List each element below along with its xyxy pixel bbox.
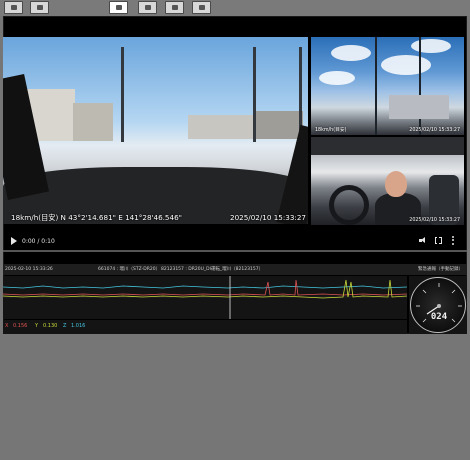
toolbar: [0, 0, 470, 16]
x-label: X: [5, 323, 9, 329]
front-camera-view: 18km/h(目安) N 43°2'14.681" E 141°28'46.54…: [3, 37, 308, 224]
toolbar-button-1[interactable]: [4, 1, 23, 14]
play-icon[interactable]: [11, 237, 17, 245]
acceleration-graph-svg: [3, 276, 407, 319]
toolbar-button-5[interactable]: [165, 1, 184, 14]
y-value: 0.130: [43, 323, 58, 329]
info-datetime: 2025-02-10 15:33:26: [5, 267, 53, 272]
sensor-legend: X 0.156 Y 0.130 Z 1.016: [3, 320, 407, 334]
video-overlay: 18km/h(目安) N 43°2'14.681" E 141°28'46.54…: [11, 213, 306, 222]
x-value: 0.156: [13, 323, 28, 329]
toolbar-button-4[interactable]: [138, 1, 157, 14]
more-options-icon[interactable]: [452, 236, 455, 246]
cabin-camera-timestamp: 2025/02/10 15:33:27: [409, 218, 460, 223]
viewer-app: 18km/h(目安) N 43°2'14.681" E 141°28'46.54…: [0, 0, 470, 460]
info-record-type: 緊急通報（手動記録）: [418, 267, 463, 272]
toolbar-button-2[interactable]: [30, 1, 49, 14]
info-bar: 2025-02-10 15:33:26 661074 : 瑠川（STZ-DR20…: [3, 264, 467, 275]
z-value: 1.016: [71, 323, 86, 329]
time-display: 0:00 / 0:10: [22, 238, 55, 245]
speed-gps-overlay: 18km/h(目安) N 43°2'14.681" E 141°28'46.54…: [11, 213, 182, 222]
acceleration-graph: [3, 276, 407, 319]
cabin-camera-view: 2025/02/10 15:33:27: [311, 137, 464, 225]
volume-icon[interactable]: [419, 236, 427, 245]
sky-camera-view: 18km/h(目安) 2025/02/10 15:33:27: [311, 37, 464, 135]
info-device-id: 661074 : 瑠川（STZ-DR20）: [98, 267, 161, 272]
progress-bar[interactable]: [3, 250, 467, 252]
timestamp-overlay: 2025/02/10 15:33:27: [230, 213, 306, 222]
sky-camera-speed: 18km/h(目安): [315, 128, 347, 133]
sky-camera-timestamp: 2025/02/10 15:33:27: [409, 128, 460, 133]
speedometer: 024: [409, 276, 467, 334]
z-label: Z: [63, 323, 67, 329]
gauge-ticks-icon: [416, 283, 462, 323]
speedometer-gauge: 024: [410, 277, 466, 333]
y-label: Y: [35, 323, 39, 329]
fullscreen-icon[interactable]: [435, 236, 442, 246]
toolbar-button-6[interactable]: [192, 1, 211, 14]
info-driver-id: 82123157 : DR20U_DI運転_瑠川（82123157）: [161, 267, 264, 272]
toolbar-button-3[interactable]: [109, 1, 128, 14]
speed-readout: 024: [430, 312, 448, 322]
